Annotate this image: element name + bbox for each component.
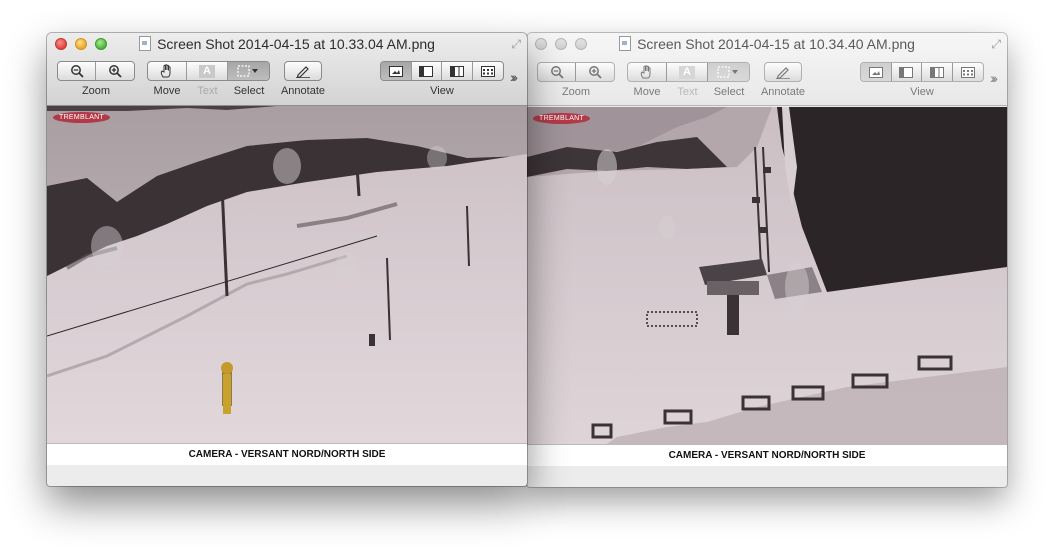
image-viewport[interactable]: TREMBLANT CAMERA - VERSANT NORD/NORTH SI… bbox=[527, 107, 1007, 466]
fullscreen-icon[interactable]: ⤢ bbox=[991, 37, 1001, 52]
annotate-control bbox=[764, 62, 802, 82]
ski-lift-photo bbox=[527, 107, 1007, 466]
view-sidebar-button[interactable] bbox=[892, 63, 922, 81]
window-title: Screen Shot 2014-04-15 at 10.33.04 AM.pn… bbox=[47, 36, 527, 52]
zoom-in-button[interactable] bbox=[96, 62, 134, 80]
view-label: View bbox=[910, 86, 934, 98]
zoom-label: Zoom bbox=[561, 86, 591, 98]
text-label: Text bbox=[197, 85, 218, 97]
zoom-out-button[interactable] bbox=[58, 62, 96, 80]
document-proxy-icon[interactable] bbox=[139, 36, 152, 51]
toolbar-overflow-icon[interactable]: ››› bbox=[990, 70, 998, 86]
single-page-icon bbox=[868, 66, 883, 78]
select-tool-button[interactable] bbox=[707, 63, 749, 81]
text-A-icon: A bbox=[679, 65, 696, 79]
sidebar-thumbnails-icon bbox=[899, 66, 914, 78]
move-label: Move bbox=[633, 86, 661, 98]
window-title-text: Screen Shot 2014-04-15 at 10.33.04 AM.pn… bbox=[157, 36, 435, 52]
magnifier-plus-icon bbox=[109, 65, 122, 78]
image-viewport[interactable]: TREMBLANT CAMERA - VERSANT NORD/NORTH SI… bbox=[47, 106, 527, 465]
view-control bbox=[380, 61, 504, 81]
magnifier-minus-icon bbox=[70, 65, 84, 78]
annotate-control bbox=[284, 61, 322, 81]
tool-mode-control: A bbox=[627, 62, 750, 82]
view-control bbox=[860, 62, 984, 82]
sidebar-thumbnails-icon bbox=[419, 65, 434, 77]
zoom-out-button[interactable] bbox=[538, 63, 576, 81]
image-caption: CAMERA - VERSANT NORD/NORTH SIDE bbox=[527, 444, 1007, 466]
zoom-label: Zoom bbox=[81, 85, 111, 97]
hand-icon bbox=[161, 64, 171, 78]
two-page-icon bbox=[929, 66, 944, 78]
tremblant-logo: TREMBLANT bbox=[533, 113, 591, 124]
view-two-page-button[interactable] bbox=[442, 62, 473, 80]
view-single-button[interactable] bbox=[861, 63, 892, 81]
view-two-page-button[interactable] bbox=[922, 63, 953, 81]
preview-window-left: Screen Shot 2014-04-15 at 10.33.04 AM.pn… bbox=[47, 33, 527, 486]
magnifier-plus-icon bbox=[589, 66, 602, 79]
hand-icon bbox=[641, 65, 651, 79]
view-single-button[interactable] bbox=[381, 62, 412, 80]
tremblant-logo: TREMBLANT bbox=[53, 112, 111, 123]
text-tool-button[interactable]: A bbox=[187, 62, 228, 80]
single-page-icon bbox=[388, 65, 403, 77]
zoom-in-button[interactable] bbox=[576, 63, 614, 81]
contact-sheet-icon bbox=[480, 65, 495, 77]
preview-window-right: Screen Shot 2014-04-15 at 10.34.40 AM.pn… bbox=[527, 33, 1007, 487]
marquee-select-icon bbox=[237, 65, 259, 77]
window-title: Screen Shot 2014-04-15 at 10.34.40 AM.pn… bbox=[527, 36, 1007, 52]
document-proxy-icon[interactable] bbox=[619, 36, 632, 51]
fullscreen-icon[interactable]: ⤢ bbox=[511, 37, 521, 52]
select-label: Select bbox=[713, 86, 745, 98]
annotate-label: Annotate bbox=[760, 86, 806, 98]
window-title-text: Screen Shot 2014-04-15 at 10.34.40 AM.pn… bbox=[637, 36, 915, 52]
tool-mode-control: A bbox=[147, 61, 270, 81]
move-tool-button[interactable] bbox=[628, 63, 668, 81]
zoom-control bbox=[57, 61, 135, 81]
annotate-button[interactable] bbox=[765, 63, 801, 81]
move-label: Move bbox=[153, 85, 181, 97]
select-tool-button[interactable] bbox=[227, 62, 269, 80]
annotate-button[interactable] bbox=[285, 62, 321, 80]
view-contact-sheet-button[interactable] bbox=[473, 62, 503, 80]
ski-slope-photo bbox=[47, 106, 527, 444]
pencil-icon bbox=[296, 66, 310, 78]
marquee-select-icon bbox=[717, 66, 739, 78]
text-A-icon: A bbox=[199, 64, 216, 78]
view-contact-sheet-button[interactable] bbox=[953, 63, 983, 81]
pencil-icon bbox=[776, 67, 790, 79]
view-label: View bbox=[430, 85, 454, 97]
toolbar-overflow-icon[interactable]: ››› bbox=[510, 69, 518, 85]
zoom-control bbox=[537, 62, 615, 82]
image-caption: CAMERA - VERSANT NORD/NORTH SIDE bbox=[47, 443, 527, 465]
contact-sheet-icon bbox=[960, 66, 975, 78]
annotate-label: Annotate bbox=[280, 85, 326, 97]
move-tool-button[interactable] bbox=[148, 62, 188, 80]
two-page-icon bbox=[449, 65, 464, 77]
text-label: Text bbox=[677, 86, 698, 98]
view-sidebar-button[interactable] bbox=[412, 62, 442, 80]
magnifier-minus-icon bbox=[550, 66, 564, 79]
text-tool-button[interactable]: A bbox=[667, 63, 708, 81]
select-label: Select bbox=[233, 85, 265, 97]
